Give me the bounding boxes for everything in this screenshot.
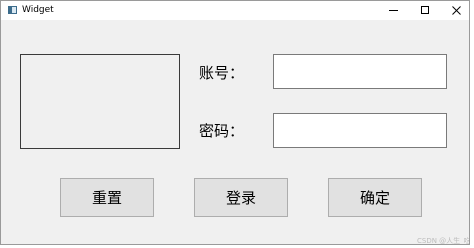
login-button[interactable]: 登录 [194,178,288,217]
minimize-icon [389,10,398,11]
account-label: 账号： [199,64,245,82]
close-icon [452,6,461,15]
password-input[interactable] [273,113,447,148]
main-window: Widget 账号： 密码： 重置 登录 确定 CSDN @人生_吃 [0,0,470,245]
minimize-button[interactable] [378,1,410,20]
maximize-button[interactable] [410,1,442,20]
maximize-icon [421,6,429,14]
confirm-button[interactable]: 确定 [328,178,422,217]
password-label: 密码： [199,122,245,140]
account-input[interactable] [273,54,447,89]
reset-button[interactable]: 重置 [60,178,154,217]
watermark: CSDN @人生_吃 [417,237,470,245]
window-title: Widget [22,5,54,15]
app-window-icon [8,6,17,14]
image-frame [20,54,180,149]
title-bar[interactable]: Widget [1,1,469,20]
close-button[interactable] [441,1,469,20]
